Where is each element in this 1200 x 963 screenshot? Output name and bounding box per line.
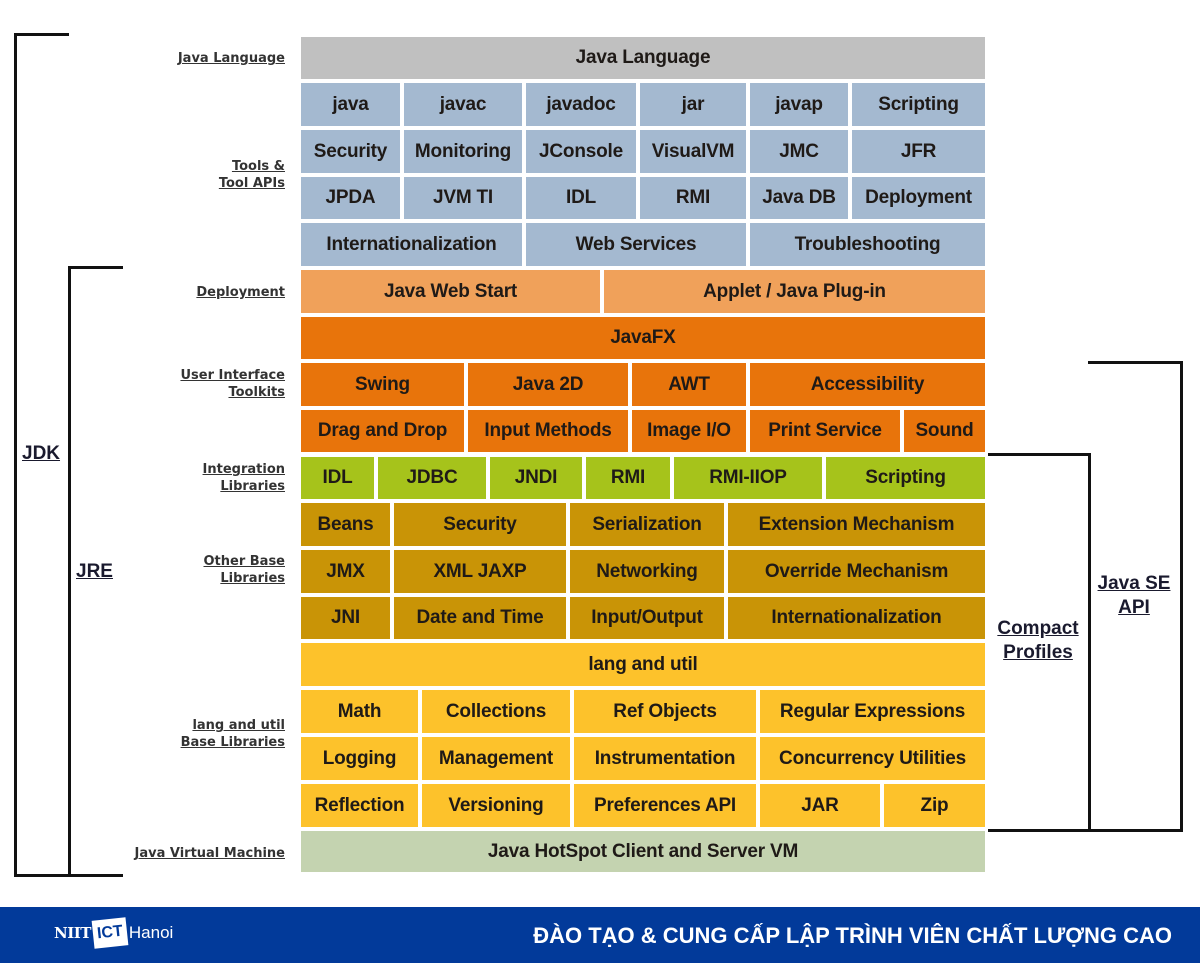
cell-integ-rmi-iiop: RMI-IIOP xyxy=(674,457,822,499)
label-integration-line2: Libraries xyxy=(220,479,285,494)
jre-label: JRE xyxy=(76,561,113,582)
cell-tools1-javac: javac xyxy=(404,83,522,126)
label-deployment: Deployment xyxy=(196,285,285,300)
cell-other1-security: Security xyxy=(394,503,566,546)
cell-jvm-java-hotspot-client-and-server-vm: Java HotSpot Client and Server VM xyxy=(301,831,985,872)
cell-tools1-javap: javap xyxy=(750,83,848,126)
cell-tools1-javadoc: javadoc xyxy=(526,83,636,126)
cell-other3-date-and-time: Date and Time xyxy=(394,597,566,639)
cell-integ-jdbc: JDBC xyxy=(378,457,486,499)
cell-other3-internationalization: Internationalization xyxy=(728,597,985,639)
cell-ui1-java-2d: Java 2D xyxy=(468,363,628,406)
cell-tools3-java-db: Java DB xyxy=(750,177,848,219)
label-langutil-line1: lang and util xyxy=(192,718,285,733)
cell-other2-xml-jaxp: XML JAXP xyxy=(394,550,566,593)
cell-lu1-regular-expressions: Regular Expressions xyxy=(760,690,985,733)
java-se-api-label: Java SE API xyxy=(1090,572,1178,620)
label-other-line1: Other Base xyxy=(203,554,285,569)
cell-lu1-math: Math xyxy=(301,690,418,733)
label-tools-line2: Tool APIs xyxy=(218,176,285,191)
cell-integ-jndi: JNDI xyxy=(490,457,582,499)
label-ui-toolkits: User Interface Toolkits xyxy=(180,367,285,401)
niit-ict-logo: NIIT ICT Hanoi xyxy=(54,917,174,949)
cell-other2-jmx: JMX xyxy=(301,550,390,593)
cell-other1-beans: Beans xyxy=(301,503,390,546)
cell-tools3-jvm-ti: JVM TI xyxy=(404,177,522,219)
label-integration-line1: Integration xyxy=(202,462,285,477)
cell-lu2-management: Management xyxy=(422,737,570,780)
jdk-label: JDK xyxy=(22,443,61,464)
cell-other1-serialization: Serialization xyxy=(570,503,724,546)
label-jvm: Java Virtual Machine xyxy=(134,846,285,861)
label-java-language: Java Language xyxy=(177,51,285,66)
cell-lu3-zip: Zip xyxy=(884,784,985,827)
cell-ui2-print-service: Print Service xyxy=(750,410,900,452)
cell-language-java-language: Java Language xyxy=(301,37,985,79)
logo-hanoi: Hanoi xyxy=(128,923,174,942)
cell-lu3-jar: JAR xyxy=(760,784,880,827)
compact-line1: Compact xyxy=(997,618,1079,639)
cell-lu2-instrumentation: Instrumentation xyxy=(574,737,756,780)
cell-lu3-reflection: Reflection xyxy=(301,784,418,827)
cell-ui1-swing: Swing xyxy=(301,363,464,406)
cell-ui1-awt: AWT xyxy=(632,363,746,406)
logo-ict-icon: ICT xyxy=(91,917,129,949)
cell-integ-rmi: RMI xyxy=(586,457,670,499)
label-tools: Tools & Tool APIs xyxy=(219,158,285,192)
cell-tools3-deployment: Deployment xyxy=(852,177,985,219)
cell-integ-idl: IDL xyxy=(301,457,374,499)
cell-lu2-logging: Logging xyxy=(301,737,418,780)
compact-line2: Profiles xyxy=(1003,642,1073,663)
label-ui-line2: Toolkits xyxy=(228,385,285,400)
cell-javafx-javafx: JavaFX xyxy=(301,317,985,359)
cell-integ-scripting: Scripting xyxy=(826,457,985,499)
cell-tools1-jar: jar xyxy=(640,83,746,126)
label-other-base: Other Base Libraries xyxy=(203,553,285,587)
cell-tools4-web-services: Web Services xyxy=(526,223,746,266)
javase-line2: API xyxy=(1118,597,1150,618)
label-langutil-line2: Base Libraries xyxy=(180,735,285,750)
cell-ui1-accessibility: Accessibility xyxy=(750,363,985,406)
cell-tools2-jmc: JMC xyxy=(750,130,848,173)
cell-tools2-jfr: JFR xyxy=(852,130,985,173)
cell-tools1-java: java xyxy=(301,83,400,126)
label-lang-util: lang and util Base Libraries xyxy=(181,717,285,751)
cell-lu1-ref-objects: Ref Objects xyxy=(574,690,756,733)
cell-deploy-java-web-start: Java Web Start xyxy=(301,270,600,313)
cell-tools3-rmi: RMI xyxy=(640,177,746,219)
footer-slogan: ĐÀO TẠO & CUNG CẤP LẬP TRÌNH VIÊN CHẤT L… xyxy=(533,923,1172,948)
compact-profiles-label: Compact Profiles xyxy=(990,617,1086,665)
cell-tools3-idl: IDL xyxy=(526,177,636,219)
cell-other3-jni: JNI xyxy=(301,597,390,639)
logo-niit: NIIT xyxy=(54,924,91,942)
cell-lu1-collections: Collections xyxy=(422,690,570,733)
label-ui-line1: User Interface xyxy=(180,368,285,383)
label-tools-line1: Tools & xyxy=(231,159,285,174)
cell-tools4-troubleshooting: Troubleshooting xyxy=(750,223,985,266)
cell-other2-override-mechanism: Override Mechanism xyxy=(728,550,985,593)
cell-tools2-security: Security xyxy=(301,130,400,173)
cell-lu2-concurrency-utilities: Concurrency Utilities xyxy=(760,737,985,780)
cell-other2-networking: Networking xyxy=(570,550,724,593)
cell-tools4-internationalization: Internationalization xyxy=(301,223,522,266)
label-other-line2: Libraries xyxy=(220,571,285,586)
cell-other1-extension-mechanism: Extension Mechanism xyxy=(728,503,985,546)
cell-ui2-sound: Sound xyxy=(904,410,985,452)
cell-ui2-drag-and-drop: Drag and Drop xyxy=(301,410,464,452)
cell-ui2-image-i-o: Image I/O xyxy=(632,410,746,452)
cell-lu3-preferences-api: Preferences API xyxy=(574,784,756,827)
label-integration: Integration Libraries xyxy=(203,461,285,495)
footer-banner: NIIT ICT Hanoi ĐÀO TẠO & CUNG CẤP LẬP TR… xyxy=(0,907,1200,963)
cell-langutil-lang-and-util: lang and util xyxy=(301,643,985,686)
cell-tools2-monitoring: Monitoring xyxy=(404,130,522,173)
cell-tools3-jpda: JPDA xyxy=(301,177,400,219)
cell-tools1-scripting: Scripting xyxy=(852,83,985,126)
cell-ui2-input-methods: Input Methods xyxy=(468,410,628,452)
cell-tools2-visualvm: VisualVM xyxy=(640,130,746,173)
cell-deploy-applet-java-plug-in: Applet / Java Plug-in xyxy=(604,270,985,313)
javase-line1: Java SE xyxy=(1097,573,1171,594)
cell-lu3-versioning: Versioning xyxy=(422,784,570,827)
cell-other3-input-output: Input/Output xyxy=(570,597,724,639)
cell-tools2-jconsole: JConsole xyxy=(526,130,636,173)
